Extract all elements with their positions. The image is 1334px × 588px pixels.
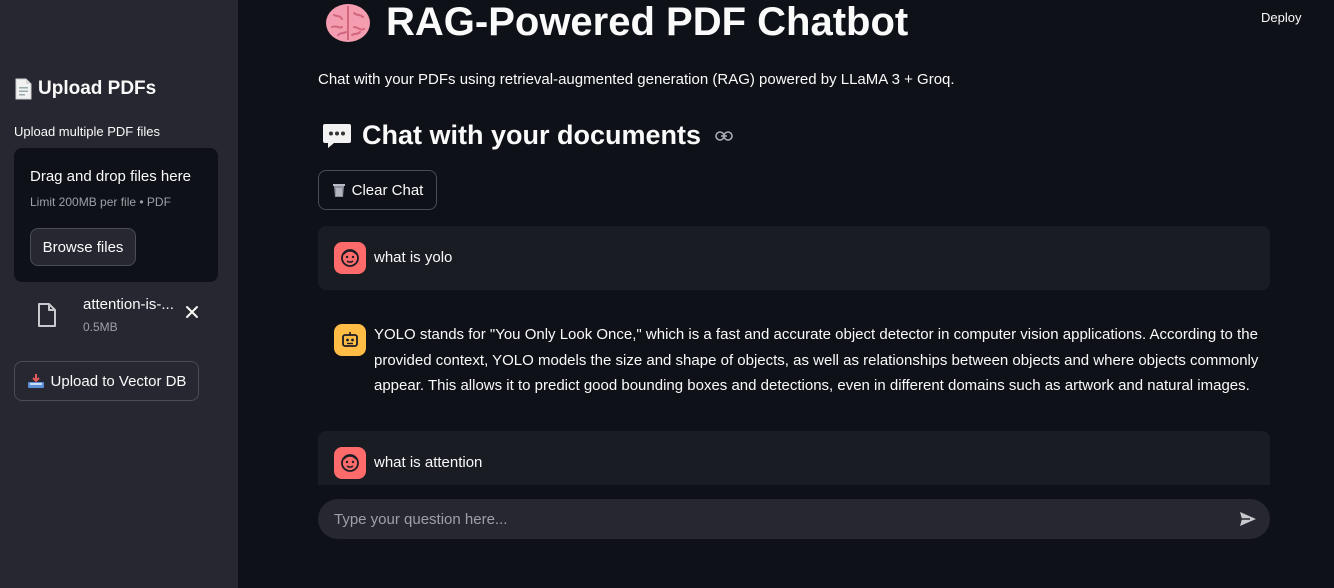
link-icon[interactable] (715, 130, 733, 142)
chat-input[interactable] (334, 499, 1214, 539)
user-avatar (334, 242, 366, 274)
close-icon[interactable] (184, 304, 200, 320)
sidebar-title-text: Upload PDFs (38, 78, 157, 99)
browse-files-button[interactable]: Browse files (30, 228, 136, 266)
section-title: Chat with your documents (322, 120, 733, 151)
message-text: what is attention (374, 454, 483, 471)
file-size: 0.5MB (83, 320, 118, 334)
section-title-text: Chat with your documents (362, 120, 702, 150)
clear-chat-button[interactable]: Clear Chat (318, 170, 437, 210)
inbox-tray-icon (27, 374, 44, 388)
main-content: RAG-Powered PDF Chatbot Chat with your P… (318, 0, 1270, 588)
send-icon[interactable] (1238, 509, 1258, 529)
message-text: what is yolo (374, 249, 453, 266)
chat-message-user: what is attention (318, 431, 1270, 485)
chat-message-user: what is yolo (318, 226, 1270, 290)
user-avatar (334, 447, 366, 479)
page-title: RAG-Powered PDF Chatbot (324, 0, 908, 45)
uploaded-file-item: attention-is-... 0.5MB (36, 296, 216, 340)
user-face-icon (341, 454, 359, 472)
uploader-label: Upload multiple PDF files (14, 124, 160, 139)
speech-bubble-icon (323, 123, 351, 148)
page-document-icon (15, 78, 32, 100)
sidebar-title: Upload PDFs (14, 78, 156, 100)
file-dropzone[interactable]: Drag and drop files here Limit 200MB per… (14, 148, 218, 282)
page-title-text: RAG-Powered PDF Chatbot (386, 0, 909, 44)
chat-message-assistant: YOLO stands for "You Only Look Once," wh… (318, 316, 1270, 416)
upload-button-label: Upload to Vector DB (50, 372, 187, 390)
clear-chat-label: Clear Chat (351, 181, 424, 199)
brain-icon (326, 3, 370, 42)
robot-icon (342, 332, 358, 347)
dropzone-title: Drag and drop files here (30, 168, 191, 185)
assistant-avatar (334, 324, 366, 356)
wastebasket-icon (332, 184, 345, 197)
upload-to-vector-db-button[interactable]: Upload to Vector DB (14, 361, 199, 401)
page-subtitle: Chat with your PDFs using retrieval-augm… (318, 71, 955, 88)
file-icon (38, 303, 56, 327)
chat-input-container (318, 499, 1270, 539)
dropzone-limit: Limit 200MB per file • PDF (30, 195, 171, 209)
file-name: attention-is-... (83, 296, 174, 313)
message-text: YOLO stands for "You Only Look Once," wh… (374, 326, 1259, 394)
sidebar: Upload PDFs Upload multiple PDF files Dr… (0, 0, 238, 588)
user-face-icon (341, 249, 359, 267)
